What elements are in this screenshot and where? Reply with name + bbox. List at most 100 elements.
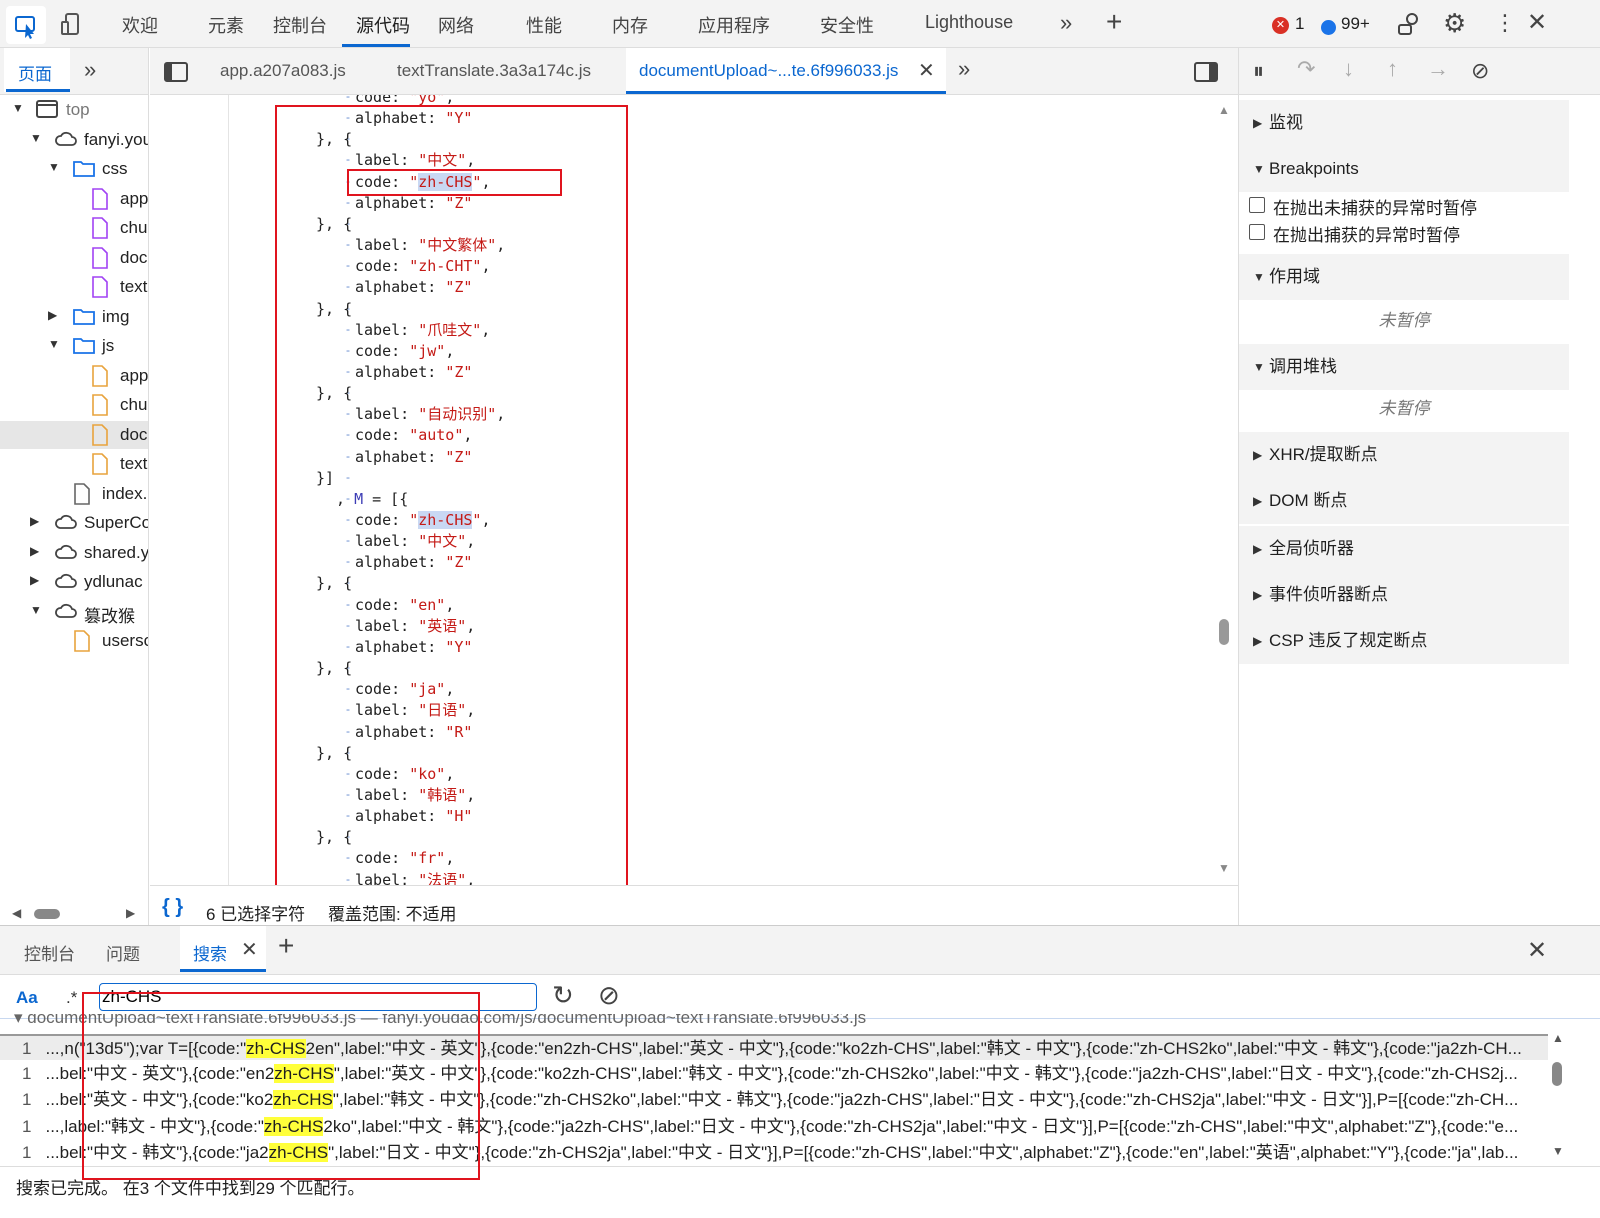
collapsed-arrow-icon[interactable]: ▶ xyxy=(30,544,39,558)
collapsed-arrow-icon[interactable]: ▶ xyxy=(30,573,39,587)
tab-0[interactable]: 欢迎 xyxy=(122,12,158,38)
expanded-arrow-icon[interactable]: ▼ xyxy=(48,337,60,351)
horizontal-scrollbar[interactable] xyxy=(34,909,60,919)
section-header[interactable]: ▶ XHR/提取断点 xyxy=(1239,432,1569,478)
more-file-tabs-icon[interactable]: » xyxy=(958,56,970,82)
collapsed-arrow-icon[interactable]: ▶ xyxy=(30,514,39,528)
tree-item[interactable]: ▼ css xyxy=(0,155,148,183)
expanded-arrow-icon[interactable]: ▼ xyxy=(48,160,60,174)
tab-8[interactable]: 安全性 xyxy=(820,12,874,38)
pause-exception-checkbox[interactable] xyxy=(1249,197,1265,213)
settings-gear-icon[interactable]: ⚙ xyxy=(1443,8,1466,39)
tab-3[interactable]: 源代码 xyxy=(356,12,410,38)
more-nav-tabs-icon[interactable]: » xyxy=(84,57,96,83)
error-count[interactable]: 1 xyxy=(1295,14,1304,34)
file-tab-documentupload[interactable]: documentUpload~...te.6f996033.js xyxy=(639,61,898,81)
scroll-up-icon[interactable]: ▲ xyxy=(1218,103,1230,117)
section-header[interactable]: ▼ 调用堆栈 xyxy=(1239,344,1569,390)
section-header[interactable]: ▶ 监视 xyxy=(1239,100,1569,146)
tree-item[interactable]: ▼ fanyi.youdao.com xyxy=(0,126,148,154)
section-header[interactable]: ▼ 作用域 xyxy=(1239,254,1569,300)
tab-page[interactable]: 页面 xyxy=(18,60,52,85)
inspect-element-button[interactable] xyxy=(6,6,46,44)
pause-icon[interactable]: ⏸ xyxy=(1253,58,1264,84)
tree-item[interactable]: ▼ 篡改猴 xyxy=(0,598,148,626)
tab-9[interactable]: Lighthouse xyxy=(925,12,1013,33)
match-case-button[interactable]: Aa xyxy=(16,988,38,1008)
scroll-right-icon[interactable]: ▶ xyxy=(126,906,135,920)
expanded-arrow-icon[interactable]: ▼ xyxy=(30,603,42,617)
drawer-tab-search[interactable]: 搜索 xyxy=(193,940,227,965)
refresh-icon[interactable]: ↻ xyxy=(552,980,574,1011)
tab-1[interactable]: 元素 xyxy=(208,12,244,38)
close-search-tab-icon[interactable]: ✕ xyxy=(241,937,258,962)
close-tab-icon[interactable]: ✕ xyxy=(918,58,935,83)
scroll-left-icon[interactable]: ◀ xyxy=(12,906,21,920)
toggle-navigator-icon[interactable] xyxy=(164,62,188,82)
section-header[interactable]: ▶ 全局侦听器 xyxy=(1239,526,1569,572)
results-scrollbar[interactable] xyxy=(1552,1062,1562,1086)
expanded-arrow-icon[interactable]: ▼ xyxy=(30,131,42,145)
tree-item[interactable]: text xyxy=(0,273,148,301)
tree-item[interactable]: index. xyxy=(0,480,148,508)
tree-item[interactable]: doc xyxy=(0,244,148,272)
message-icon[interactable] xyxy=(1321,20,1336,35)
section-header[interactable]: ▶ CSP 违反了规定断点 xyxy=(1239,618,1569,664)
close-devtools-icon[interactable]: ✕ xyxy=(1527,8,1547,37)
expanded-arrow-icon[interactable]: ▼ xyxy=(12,101,24,115)
close-drawer-icon[interactable]: ✕ xyxy=(1527,936,1547,965)
clear-icon[interactable]: ⊘ xyxy=(598,980,620,1011)
tree-item-label: SuperCo xyxy=(84,513,148,532)
drawer-tab-issues[interactable]: 问题 xyxy=(106,940,140,965)
step-icon[interactable]: → xyxy=(1427,56,1449,82)
file-tab-texttranslate[interactable]: textTranslate.3a3a174c.js xyxy=(397,61,591,81)
pretty-print-button[interactable]: { } xyxy=(162,896,183,919)
results-scroll-down-icon[interactable]: ▼ xyxy=(1552,1144,1564,1158)
tree-item[interactable]: chu xyxy=(0,214,148,242)
tree-item[interactable]: app xyxy=(0,362,148,390)
tree-item[interactable]: ▼ js xyxy=(0,332,148,360)
tree-item-label: css xyxy=(102,159,128,178)
tree-item[interactable]: ▶ shared.y xyxy=(0,539,148,567)
tree-item[interactable]: doc xyxy=(0,420,148,449)
scroll-down-icon[interactable]: ▼ xyxy=(1218,861,1230,875)
message-count[interactable]: 99+ xyxy=(1341,14,1370,34)
tree-item[interactable]: ▶ SuperCo xyxy=(0,509,148,537)
more-tabs-icon[interactable]: » xyxy=(1060,10,1072,36)
tab-7[interactable]: 应用程序 xyxy=(698,12,770,38)
add-drawer-tab-icon[interactable]: + xyxy=(278,930,294,962)
pause-exception-checkbox[interactable] xyxy=(1249,224,1265,240)
tab-4[interactable]: 网络 xyxy=(438,12,474,38)
file-js-icon xyxy=(90,453,110,475)
vertical-scrollbar[interactable] xyxy=(1219,619,1229,645)
section-header[interactable]: ▶ DOM 断点 xyxy=(1239,478,1569,524)
tree-item[interactable]: chu xyxy=(0,391,148,419)
tab-6[interactable]: 内存 xyxy=(612,12,648,38)
step-out-icon[interactable]: ↑ xyxy=(1387,56,1398,82)
tree-item[interactable]: ▶ img xyxy=(0,303,148,331)
deactivate-breakpoints-icon[interactable]: ⊘ xyxy=(1471,58,1489,84)
tree-item[interactable]: text xyxy=(0,450,148,478)
collapsed-arrow-icon[interactable]: ▶ xyxy=(48,308,57,322)
step-over-icon[interactable]: ↷ xyxy=(1297,56,1315,82)
line-marker[interactable]: - xyxy=(346,95,350,103)
tab-2[interactable]: 控制台 xyxy=(273,12,327,38)
section-header[interactable]: ▶ 事件侦听器断点 xyxy=(1239,572,1569,618)
toggle-debugger-icon[interactable] xyxy=(1194,62,1218,82)
more-options-icon[interactable]: ⋮ xyxy=(1494,10,1516,36)
file-tab-app[interactable]: app.a207a083.js xyxy=(220,61,346,81)
regex-button[interactable]: .* xyxy=(66,988,77,1008)
add-tab-icon[interactable]: + xyxy=(1106,6,1122,38)
results-scroll-up-icon[interactable]: ▲ xyxy=(1552,1031,1564,1045)
step-into-icon[interactable]: ↓ xyxy=(1343,56,1354,82)
tree-item[interactable]: ▼ top xyxy=(0,96,148,124)
device-toolbar-icon[interactable] xyxy=(58,8,88,38)
drawer-tab-console[interactable]: 控制台 xyxy=(24,940,75,965)
error-icon[interactable]: ✕ xyxy=(1272,17,1289,34)
feedback-icon[interactable] xyxy=(1396,11,1422,37)
tree-item[interactable]: ▶ ydlunac xyxy=(0,568,148,596)
section-header[interactable]: ▼ Breakpoints xyxy=(1239,146,1569,192)
tree-item[interactable]: userso xyxy=(0,627,148,655)
tab-5[interactable]: 性能 xyxy=(526,12,562,38)
tree-item[interactable]: app xyxy=(0,185,148,213)
